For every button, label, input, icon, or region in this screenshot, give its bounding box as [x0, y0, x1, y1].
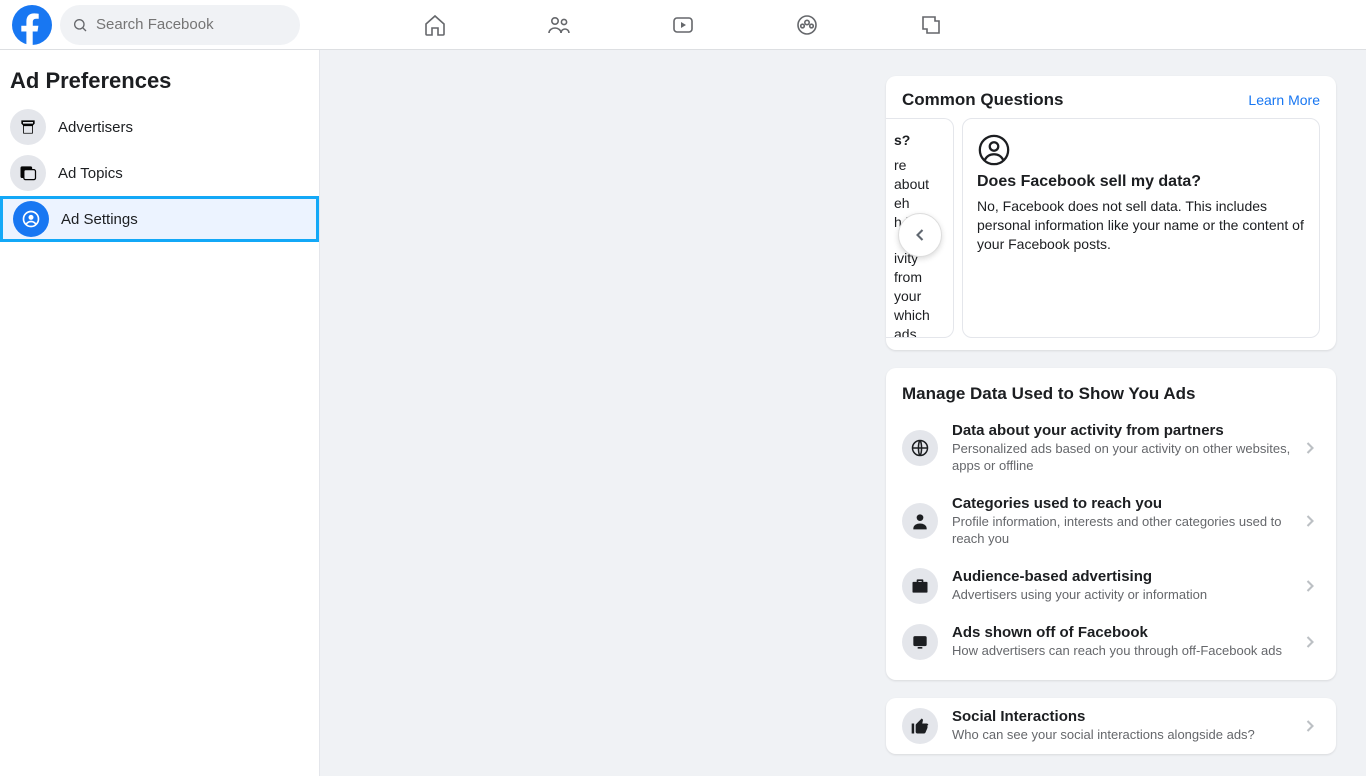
row-audience-advertising[interactable]: Audience-based advertising Advertisers u… [886, 558, 1336, 614]
row-subtitle: Who can see your social interactions alo… [952, 727, 1292, 744]
partial-text: your [894, 287, 945, 306]
sidebar-item-ad-settings[interactable]: Ad Settings [0, 196, 319, 242]
question-title: Does Facebook sell my data? [977, 173, 1305, 191]
row-title: Social Interactions [952, 708, 1292, 725]
manage-data-card: Manage Data Used to Show You Ads Data ab… [886, 368, 1336, 680]
main-content: Common Questions Learn More s? re about … [320, 50, 1366, 776]
row-title: Categories used to reach you [952, 495, 1292, 512]
partial-title: s? [894, 131, 945, 150]
manage-data-title: Manage Data Used to Show You Ads [886, 368, 1336, 412]
row-subtitle: Personalized ads based on your activity … [952, 441, 1292, 475]
chevron-right-icon [1300, 632, 1320, 652]
watch-icon[interactable] [671, 13, 695, 37]
globe-icon [902, 430, 938, 466]
briefcase-icon [902, 568, 938, 604]
thumbs-up-icon [902, 708, 938, 744]
row-title: Ads shown off of Facebook [952, 624, 1292, 641]
question-card[interactable]: Does Facebook sell my data? No, Facebook… [962, 118, 1320, 338]
device-icon [902, 624, 938, 660]
sidebar-item-ad-topics[interactable]: Ad Topics [0, 150, 319, 196]
top-header [0, 0, 1366, 50]
gaming-icon[interactable] [919, 13, 943, 37]
chevron-right-icon [1300, 716, 1320, 736]
store-icon [10, 109, 46, 145]
row-activity-partners[interactable]: Data about your activity from partners P… [886, 412, 1336, 485]
chevron-right-icon [1300, 511, 1320, 531]
search-box[interactable] [60, 5, 300, 45]
common-questions-title: Common Questions [902, 90, 1064, 110]
sidebar-title: Ad Preferences [0, 50, 319, 104]
nav-center [423, 13, 943, 37]
person-icon [902, 503, 938, 539]
carousel-prev-button[interactable] [898, 213, 942, 257]
social-interactions-card: Social Interactions Who can see your soc… [886, 698, 1336, 754]
partial-text: eh [894, 194, 945, 213]
search-input[interactable] [96, 16, 276, 33]
partial-text: re about [894, 156, 945, 194]
sidebar-item-label: Advertisers [58, 119, 133, 136]
sidebar: Ad Preferences Advertisers Ad Topics Ad … [0, 50, 320, 776]
row-title: Audience-based advertising [952, 568, 1292, 585]
question-body: No, Facebook does not sell data. This in… [977, 197, 1305, 254]
row-subtitle: How advertisers can reach you through of… [952, 643, 1292, 660]
row-social-interactions[interactable]: Social Interactions Who can see your soc… [886, 698, 1336, 754]
chevron-left-icon [910, 225, 930, 245]
partial-text: which ads [894, 306, 945, 338]
search-icon [72, 17, 88, 33]
facebook-logo[interactable] [12, 5, 52, 45]
row-title: Data about your activity from partners [952, 422, 1292, 439]
profile-icon [977, 133, 1011, 167]
chevron-right-icon [1300, 438, 1320, 458]
row-categories[interactable]: Categories used to reach you Profile inf… [886, 485, 1336, 558]
sidebar-item-label: Ad Topics [58, 165, 123, 182]
row-subtitle: Advertisers using your activity or infor… [952, 587, 1292, 604]
sidebar-item-advertisers[interactable]: Advertisers [0, 104, 319, 150]
row-ads-off-facebook[interactable]: Ads shown off of Facebook How advertiser… [886, 614, 1336, 670]
topics-icon [10, 155, 46, 191]
ad-settings-icon [13, 201, 49, 237]
groups-icon[interactable] [795, 13, 819, 37]
chevron-right-icon [1300, 576, 1320, 596]
home-icon[interactable] [423, 13, 447, 37]
common-questions-card: Common Questions Learn More s? re about … [886, 76, 1336, 350]
learn-more-link[interactable]: Learn More [1248, 92, 1320, 108]
row-subtitle: Profile information, interests and other… [952, 514, 1292, 548]
friends-icon[interactable] [547, 13, 571, 37]
sidebar-item-label: Ad Settings [61, 211, 138, 228]
